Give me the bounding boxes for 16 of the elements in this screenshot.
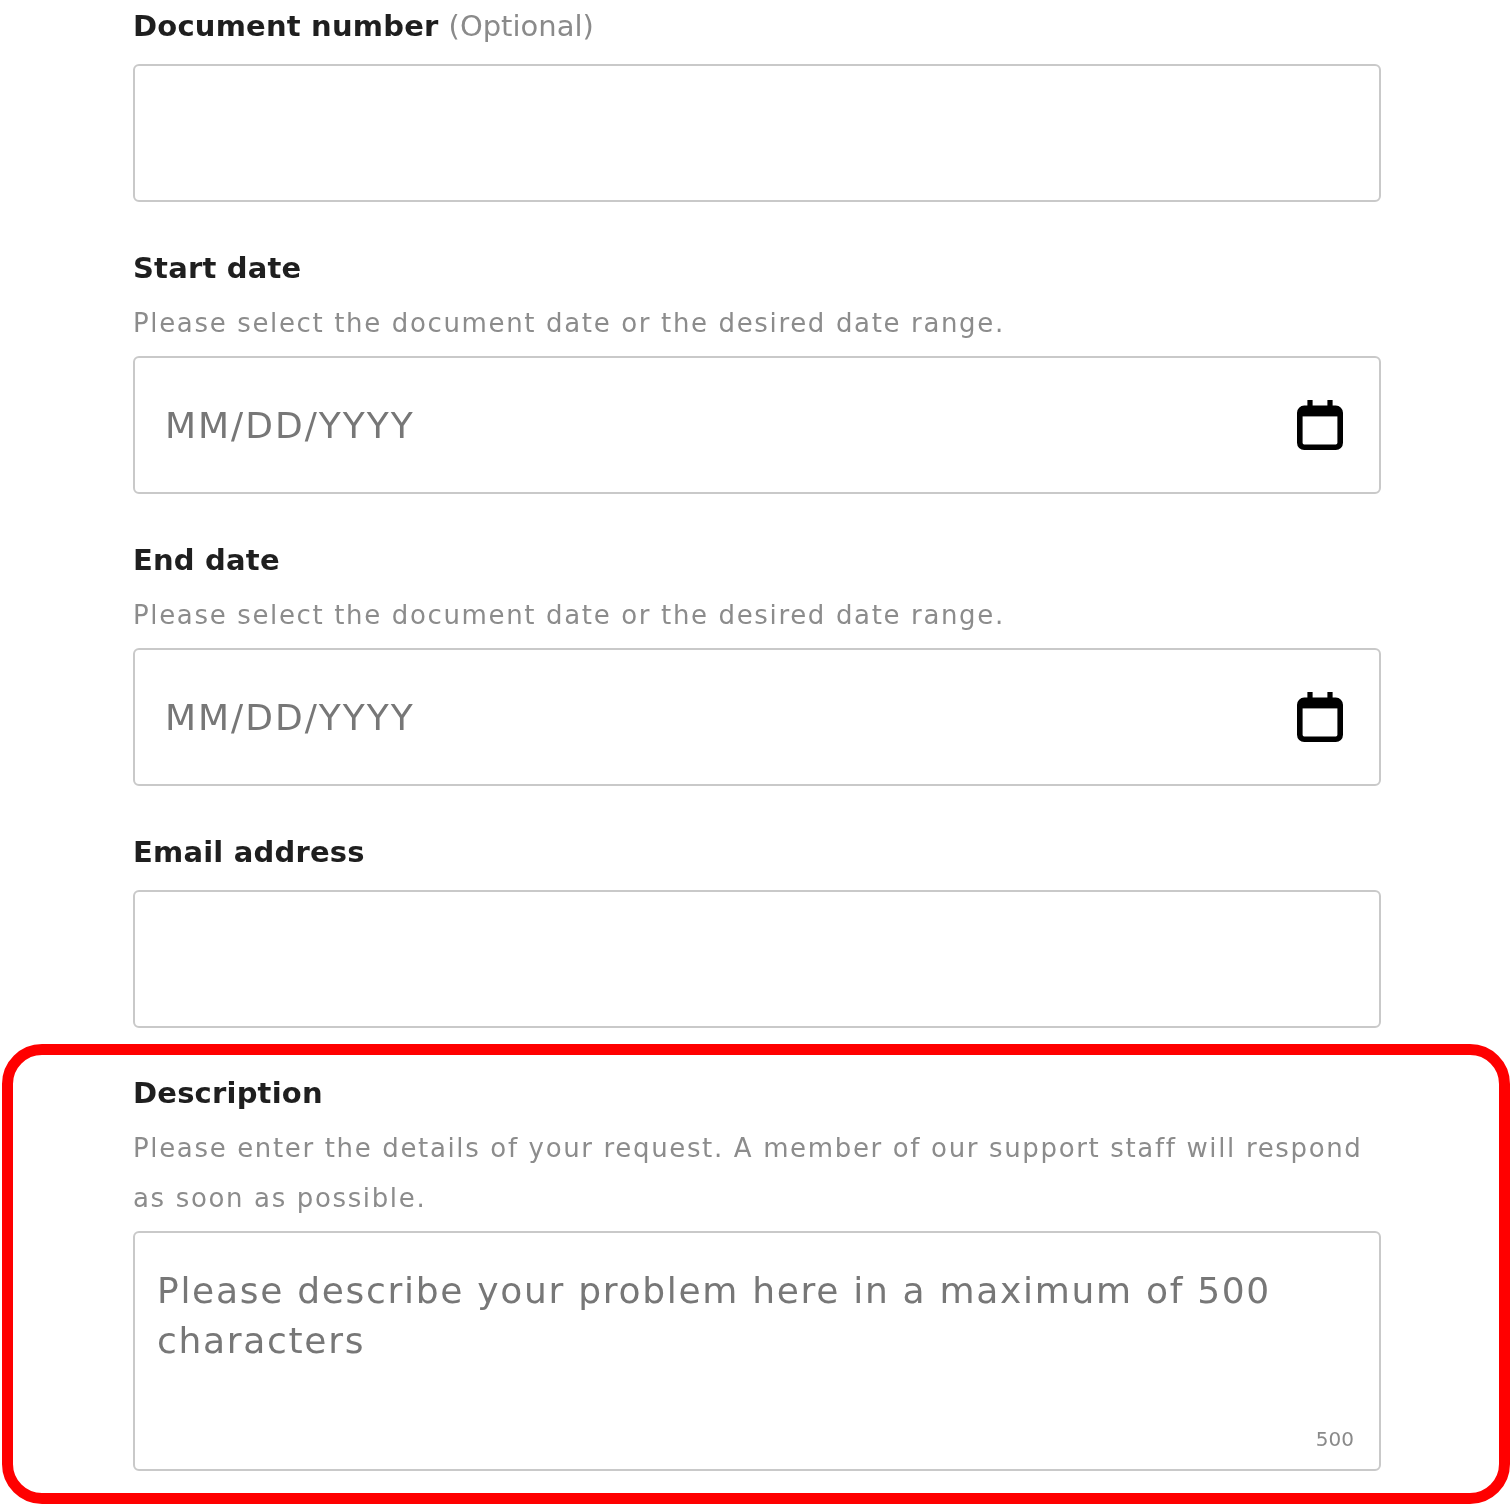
field-label: Email address (133, 834, 365, 870)
date-field[interactable]: MM/DD/YYYY (133, 648, 1381, 786)
field-label: End date (133, 542, 280, 578)
field-label: Description (133, 1075, 323, 1111)
hint-text: Please enter the details of your request. A member of our support staff will respond as soon as possible. (133, 1132, 1364, 1215)
hint-text: Please select the document date or the desired date range. (133, 599, 1006, 632)
hint-text: Please select the document date or the desired date range. (133, 307, 1006, 340)
optional-note: (Optional) (448, 8, 594, 44)
calendar-icon[interactable] (1297, 400, 1343, 450)
character-counter: 500 (1315, 1427, 1354, 1451)
input-field[interactable] (133, 890, 1381, 1028)
field-label: Start date (133, 250, 302, 286)
input-field[interactable] (133, 64, 1381, 202)
field-label: Document number (133, 8, 439, 44)
date-field[interactable]: MM/DD/YYYY (133, 356, 1381, 494)
calendar-icon[interactable] (1297, 692, 1343, 742)
